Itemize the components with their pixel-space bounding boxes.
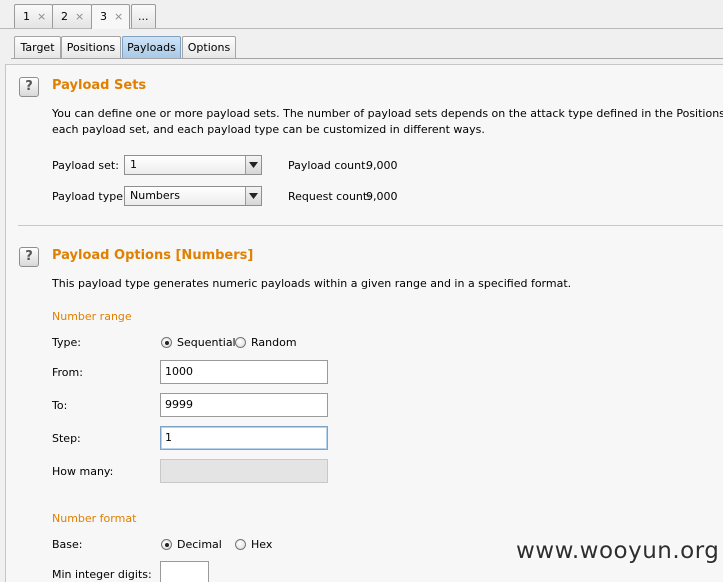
how-many-label: How many: bbox=[52, 465, 114, 478]
base-label: Base: bbox=[52, 538, 83, 551]
payload-type-value: Numbers bbox=[130, 189, 180, 202]
close-icon[interactable]: × bbox=[37, 10, 46, 23]
payload-set-select[interactable]: 1 bbox=[124, 155, 262, 175]
sub-tab-strip: Target Positions Payloads Options bbox=[0, 29, 723, 64]
payload-count-value: 9,000 bbox=[366, 159, 398, 172]
hex-radio[interactable] bbox=[235, 539, 246, 550]
close-icon[interactable]: × bbox=[75, 10, 84, 23]
tab-label: Options bbox=[187, 41, 231, 54]
sequential-radio[interactable] bbox=[161, 337, 172, 348]
triangle-down-icon[interactable] bbox=[245, 156, 261, 174]
attack-tab-3[interactable]: 3 × bbox=[91, 4, 130, 29]
decimal-label[interactable]: Decimal bbox=[177, 538, 222, 551]
payload-sets-description: You can define one or more payload sets.… bbox=[52, 107, 723, 120]
section-divider bbox=[18, 225, 723, 226]
tab-target[interactable]: Target bbox=[14, 36, 61, 58]
payload-type-select[interactable]: Numbers bbox=[124, 186, 262, 206]
number-format-heading: Number format bbox=[52, 512, 137, 525]
tab-label: Payloads bbox=[127, 41, 176, 54]
random-label[interactable]: Random bbox=[251, 336, 297, 349]
step-label: Step: bbox=[52, 432, 81, 445]
close-icon[interactable]: × bbox=[114, 10, 123, 23]
payload-sets-description-2: each payload set, and each payload type … bbox=[52, 123, 485, 136]
new-attack-tab[interactable]: ... bbox=[131, 4, 156, 28]
payload-type-label: Payload type: bbox=[52, 190, 127, 203]
triangle-down-icon[interactable] bbox=[245, 187, 261, 205]
type-label: Type: bbox=[52, 336, 81, 349]
payload-options-title: Payload Options [Numbers] bbox=[52, 248, 254, 263]
number-range-heading: Number range bbox=[52, 310, 132, 323]
from-label: From: bbox=[52, 366, 83, 379]
payload-options-description: This payload type generates numeric payl… bbox=[52, 277, 572, 290]
min-integer-digits-label: Min integer digits: bbox=[52, 568, 152, 581]
help-icon[interactable]: ? bbox=[19, 247, 39, 267]
new-tab-label: ... bbox=[138, 10, 149, 23]
to-label: To: bbox=[52, 399, 68, 412]
attack-tab-label: 1 bbox=[23, 10, 30, 23]
hex-label[interactable]: Hex bbox=[251, 538, 272, 551]
sub-tab-baseline bbox=[11, 58, 723, 59]
random-radio[interactable] bbox=[235, 337, 246, 348]
intruder-window: 1 × 2 × 3 × ... Target Positions Payloads O… bbox=[0, 0, 723, 582]
attack-tab-1[interactable]: 1 × bbox=[14, 4, 53, 28]
to-input[interactable]: 9999 bbox=[160, 393, 328, 417]
payload-set-value: 1 bbox=[130, 158, 137, 171]
payload-set-label: Payload set: bbox=[52, 159, 119, 172]
decimal-radio[interactable] bbox=[161, 539, 172, 550]
sequential-label[interactable]: Sequential bbox=[177, 336, 236, 349]
payload-count-label: Payload count: bbox=[288, 159, 370, 172]
tab-options[interactable]: Options bbox=[182, 36, 236, 58]
payload-sets-title: Payload Sets bbox=[52, 78, 147, 93]
step-input[interactable]: 1 bbox=[160, 426, 328, 450]
attack-tab-2[interactable]: 2 × bbox=[52, 4, 92, 28]
help-icon[interactable]: ? bbox=[19, 77, 39, 97]
how-many-input bbox=[160, 459, 328, 483]
from-input[interactable]: 1000 bbox=[160, 360, 328, 384]
tab-label: Positions bbox=[66, 41, 116, 54]
attack-tab-label: 2 bbox=[61, 10, 68, 23]
tab-payloads[interactable]: Payloads bbox=[122, 36, 181, 58]
tab-label: Target bbox=[20, 41, 55, 54]
payloads-panel: ? Payload Sets You can define one or mor… bbox=[5, 64, 723, 582]
watermark: www.wooyun.org bbox=[516, 538, 720, 564]
min-integer-digits-input[interactable] bbox=[160, 561, 209, 582]
attack-tab-strip: 1 × 2 × 3 × ... bbox=[0, 0, 723, 29]
request-count-label: Request count: bbox=[288, 190, 371, 203]
request-count-value: 9,000 bbox=[366, 190, 398, 203]
tab-positions[interactable]: Positions bbox=[61, 36, 121, 58]
attack-tab-label: 3 bbox=[100, 10, 107, 23]
